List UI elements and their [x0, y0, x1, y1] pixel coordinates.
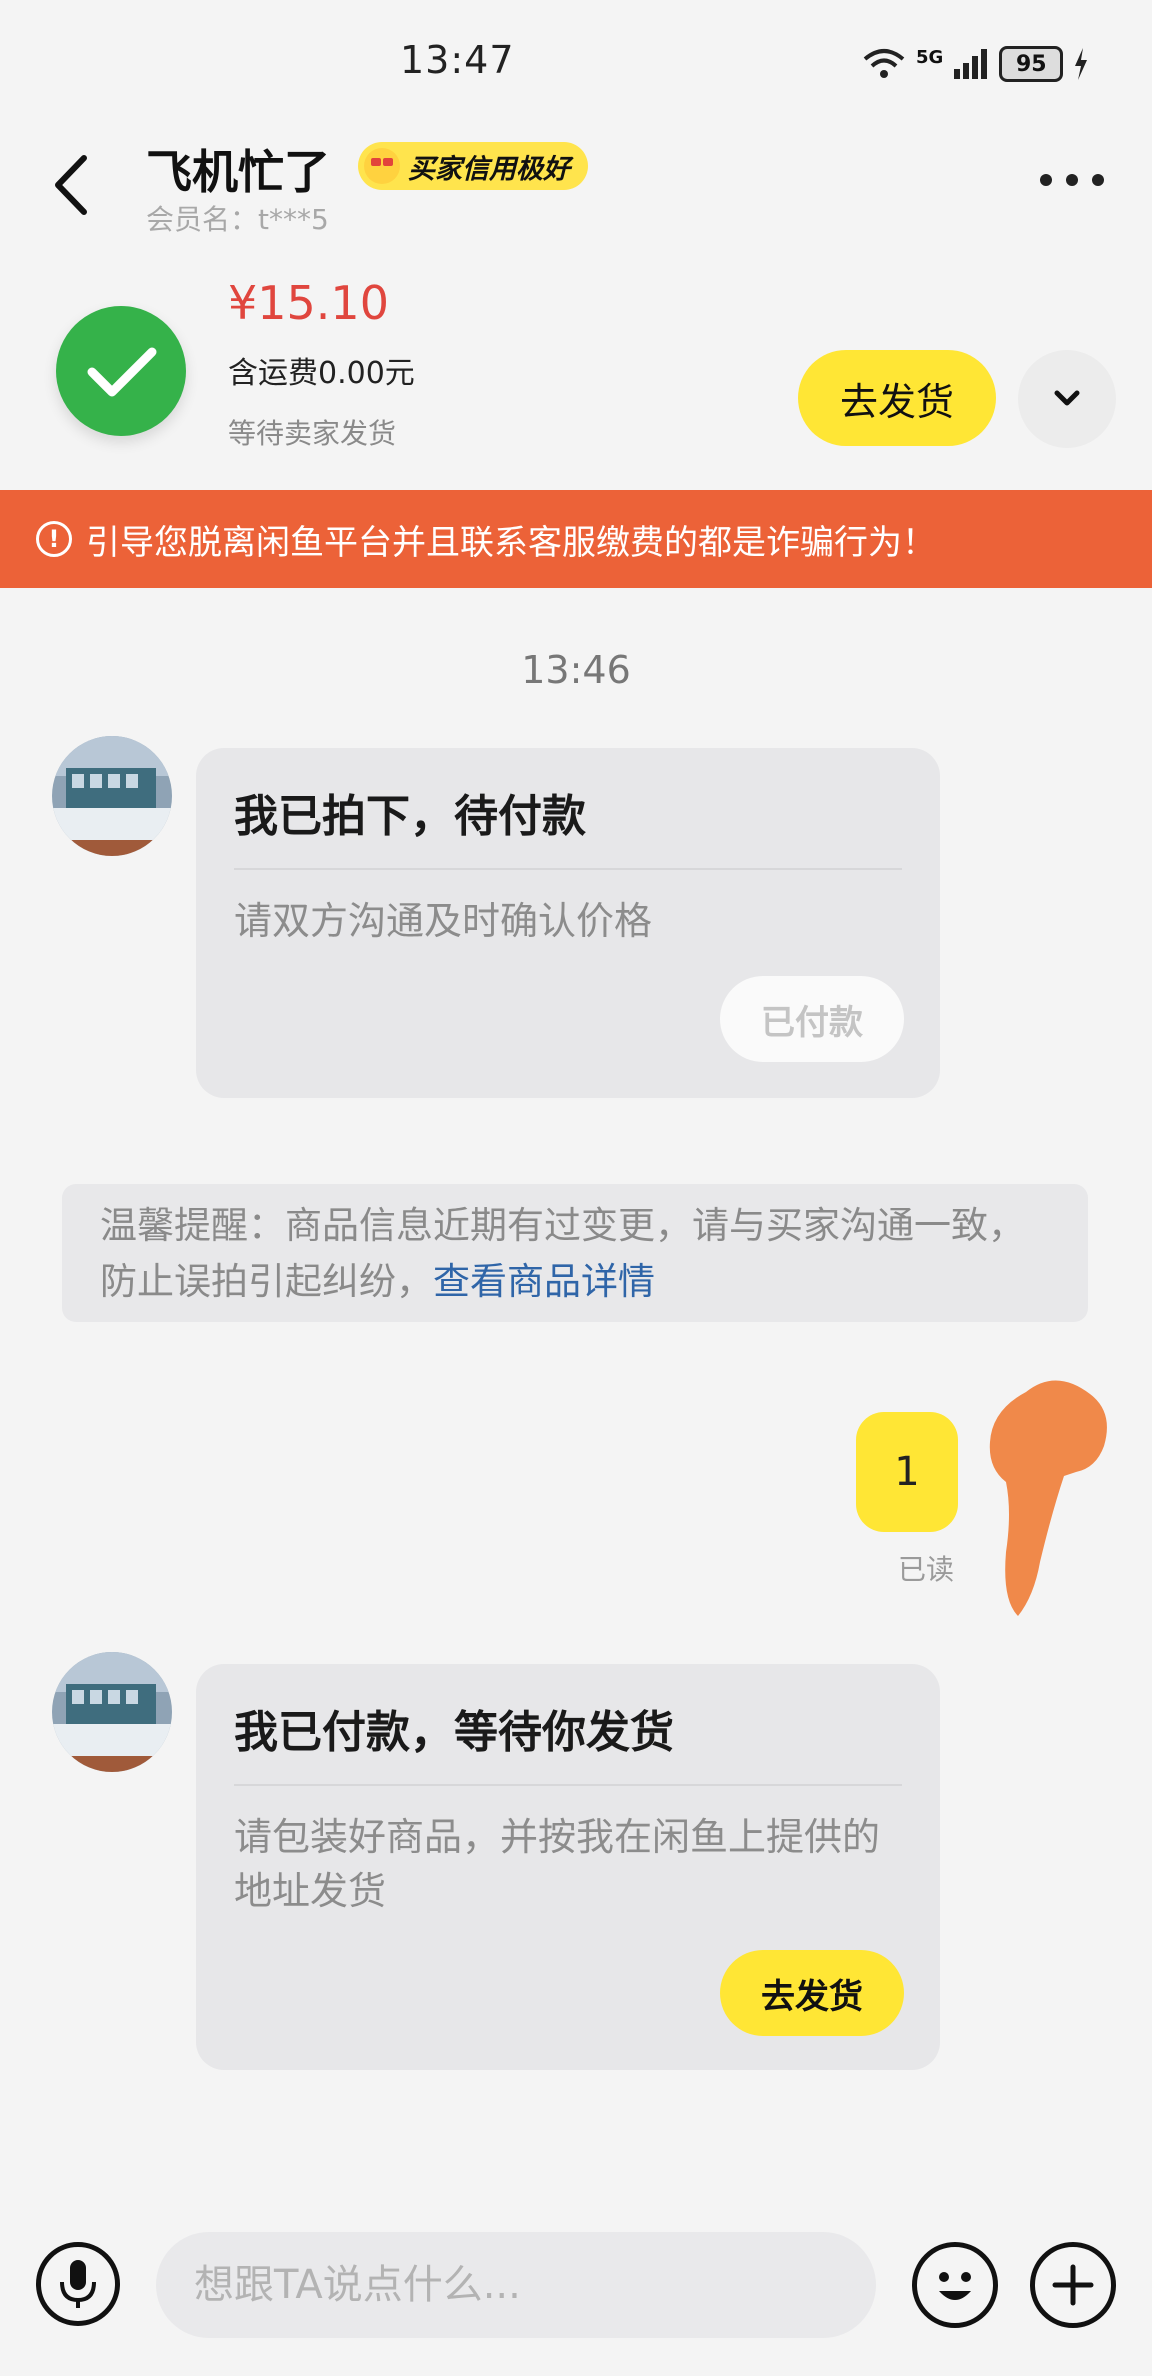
order-status-icon[interactable]	[56, 306, 186, 436]
order-price: ¥15.10	[228, 276, 389, 330]
checkmark-icon	[87, 347, 157, 397]
chevron-left-icon	[55, 155, 87, 215]
my-avatar-redacted	[986, 1372, 1116, 1622]
card-description: 请双方沟通及时确认价格	[234, 899, 653, 943]
credit-badge: 买家信用极好	[358, 142, 588, 190]
shipping-fee: 含运费0.00元	[228, 356, 415, 391]
reminder-text: 温馨提醒：商品信息近期有过变更，请与买家沟通一致，防止误拍引起纠纷，查看商品详情	[100, 1198, 1060, 1310]
redaction-scribble	[989, 1380, 1107, 1616]
battery-icon: 95	[999, 46, 1064, 82]
avatar-photo	[52, 736, 172, 856]
reminder-notice: 温馨提醒：商品信息近期有过变更，请与买家沟通一致，防止误拍引起纠纷，查看商品详情	[62, 1184, 1088, 1322]
battery-level: 95	[1016, 51, 1047, 77]
charging-icon	[1075, 48, 1088, 80]
chat-timestamp: 13:46	[521, 648, 631, 692]
card-title: 我已拍下，待付款	[234, 791, 586, 842]
expand-order-button[interactable]	[1018, 350, 1116, 448]
card-title: 我已付款，等待你发货	[234, 1707, 674, 1758]
more-dot-icon	[1066, 174, 1078, 186]
contact-name[interactable]: 飞机忙了	[146, 136, 330, 202]
microphone-icon	[60, 2260, 96, 2308]
view-product-link[interactable]: 查看商品详情	[433, 1260, 655, 1303]
member-id: 会员名：t***5	[146, 203, 329, 236]
back-button[interactable]	[48, 150, 98, 220]
buyer-avatar[interactable]	[52, 736, 172, 856]
network-type-label: 5G	[916, 46, 944, 68]
more-dot-icon	[1040, 174, 1052, 186]
more-dot-icon	[1092, 174, 1104, 186]
wifi-icon	[863, 49, 905, 78]
order-message-card: 我已拍下，待付款 请双方沟通及时确认价格 已付款	[196, 748, 940, 1098]
chevron-down-icon	[1054, 390, 1080, 406]
ship-button[interactable]: 去发货	[720, 1950, 904, 2036]
order-status-text: 等待卖家发货	[228, 417, 397, 450]
cool-face-icon	[364, 148, 400, 184]
voice-input-button[interactable]	[36, 2242, 120, 2326]
more-options-button[interactable]	[1040, 170, 1104, 190]
more-actions-button[interactable]	[1030, 2242, 1116, 2328]
alert-icon: !	[36, 521, 72, 557]
buyer-avatar[interactable]	[52, 1652, 172, 1772]
status-time: 13:47	[400, 38, 515, 82]
card-divider	[234, 868, 902, 870]
card-description: 请包装好商品，并按我在闲鱼上提供的地址发货	[234, 1815, 881, 1913]
ship-button[interactable]: 去发货	[798, 350, 996, 446]
payment-message-card: 我已付款，等待你发货 请包装好商品，并按我在闲鱼上提供的地址发货 去发货	[196, 1664, 940, 2070]
card-divider	[234, 1784, 902, 1786]
signal-icon	[954, 49, 988, 79]
emoji-button[interactable]	[912, 2242, 998, 2328]
message-input[interactable]	[156, 2232, 876, 2338]
credit-badge-label: 买家信用极好	[408, 153, 570, 185]
paid-button[interactable]: 已付款	[720, 976, 904, 1062]
fraud-warning-text: 引导您脱离闲鱼平台并且联系客服缴费的都是诈骗行为！	[86, 522, 936, 563]
status-icons: 5G 95	[862, 44, 1089, 84]
avatar-photo	[52, 1652, 172, 1772]
plus-icon	[1052, 2264, 1094, 2306]
fraud-warning-banner: ! 引导您脱离闲鱼平台并且联系客服缴费的都是诈骗行为！	[0, 490, 1152, 588]
my-message-bubble[interactable]: 1	[856, 1412, 958, 1532]
smiley-icon	[939, 2272, 971, 2300]
read-receipt: 已读	[898, 1553, 955, 1586]
